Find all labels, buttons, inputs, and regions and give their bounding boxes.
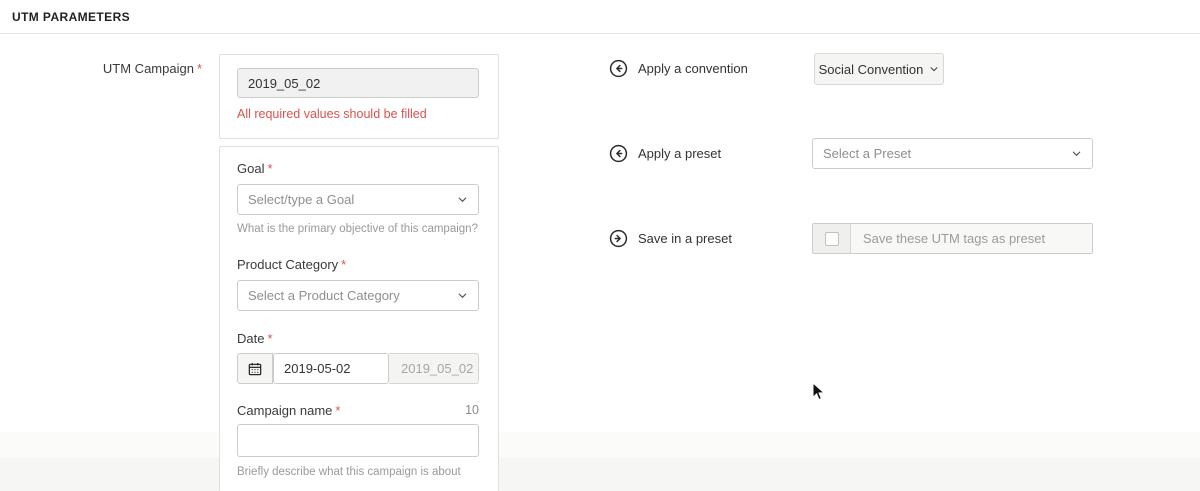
convention-dropdown-button[interactable]: Social Convention [814, 53, 944, 85]
apply-convention-label: Apply a convention [638, 61, 748, 76]
save-preset-checkbox[interactable] [825, 232, 839, 246]
save-preset-checkbox-cell [813, 224, 851, 253]
chevron-down-icon [1071, 148, 1082, 159]
date-input[interactable] [273, 353, 389, 384]
date-label: Date* [237, 331, 273, 346]
goal-select-placeholder: Select/type a Goal [248, 192, 457, 207]
campaign-form-card: Goal* Select/type a Goal What is the pri… [219, 146, 499, 491]
chevron-down-icon [457, 194, 468, 205]
page-title: UTM PARAMETERS [12, 10, 130, 24]
required-asterisk: * [335, 403, 340, 418]
arrow-left-circle-icon [609, 59, 628, 78]
save-preset-group: Save these UTM tags as preset [812, 223, 1093, 254]
chevron-down-icon [929, 64, 939, 74]
goal-select[interactable]: Select/type a Goal [237, 184, 479, 215]
campaign-name-helper-text: Briefly describe what this campaign is a… [237, 466, 461, 478]
utm-campaign-input[interactable] [237, 68, 479, 98]
campaign-name-label: Campaign name* [237, 403, 340, 418]
required-asterisk: * [267, 331, 272, 346]
apply-convention-row: Apply a convention [609, 59, 748, 78]
required-asterisk: * [197, 61, 202, 76]
apply-preset-label: Apply a preset [638, 146, 721, 161]
preset-select-placeholder: Select a Preset [823, 146, 1071, 161]
arrow-right-circle-icon [609, 229, 628, 248]
required-asterisk: * [267, 161, 272, 176]
date-field-group: 2019_05_02 [237, 353, 479, 384]
save-preset-placeholder: Save these UTM tags as preset [851, 224, 1092, 253]
convention-selected-value: Social Convention [819, 62, 924, 77]
product-category-label: Product Category* [237, 257, 346, 272]
calendar-icon [247, 361, 263, 377]
save-preset-label: Save in a preset [638, 231, 732, 246]
product-category-select[interactable]: Select a Product Category [237, 280, 479, 311]
chevron-down-icon [457, 290, 468, 301]
utm-parameters-panel: UTM PARAMETERS UTM Campaign* All require… [0, 0, 1200, 491]
mouse-cursor [812, 382, 826, 402]
header-divider [0, 33, 1200, 34]
product-category-select-placeholder: Select a Product Category [248, 288, 457, 303]
goal-label: Goal* [237, 161, 273, 176]
preset-select[interactable]: Select a Preset [812, 138, 1093, 169]
character-counter: 10 [465, 403, 479, 417]
calendar-button[interactable] [237, 353, 273, 384]
date-formatted-readonly: 2019_05_02 [389, 353, 479, 384]
page-background-band-lower [0, 458, 1200, 491]
required-asterisk: * [341, 257, 346, 272]
goal-helper-text: What is the primary objective of this ca… [237, 223, 478, 235]
arrow-left-circle-icon [609, 144, 628, 163]
campaign-name-input[interactable] [237, 424, 479, 457]
save-preset-row: Save in a preset [609, 229, 732, 248]
utm-campaign-card: All required values should be filled [219, 54, 499, 139]
apply-preset-row: Apply a preset [609, 144, 721, 163]
validation-error-text: All required values should be filled [237, 107, 427, 121]
utm-campaign-label: UTM Campaign* [0, 61, 202, 76]
